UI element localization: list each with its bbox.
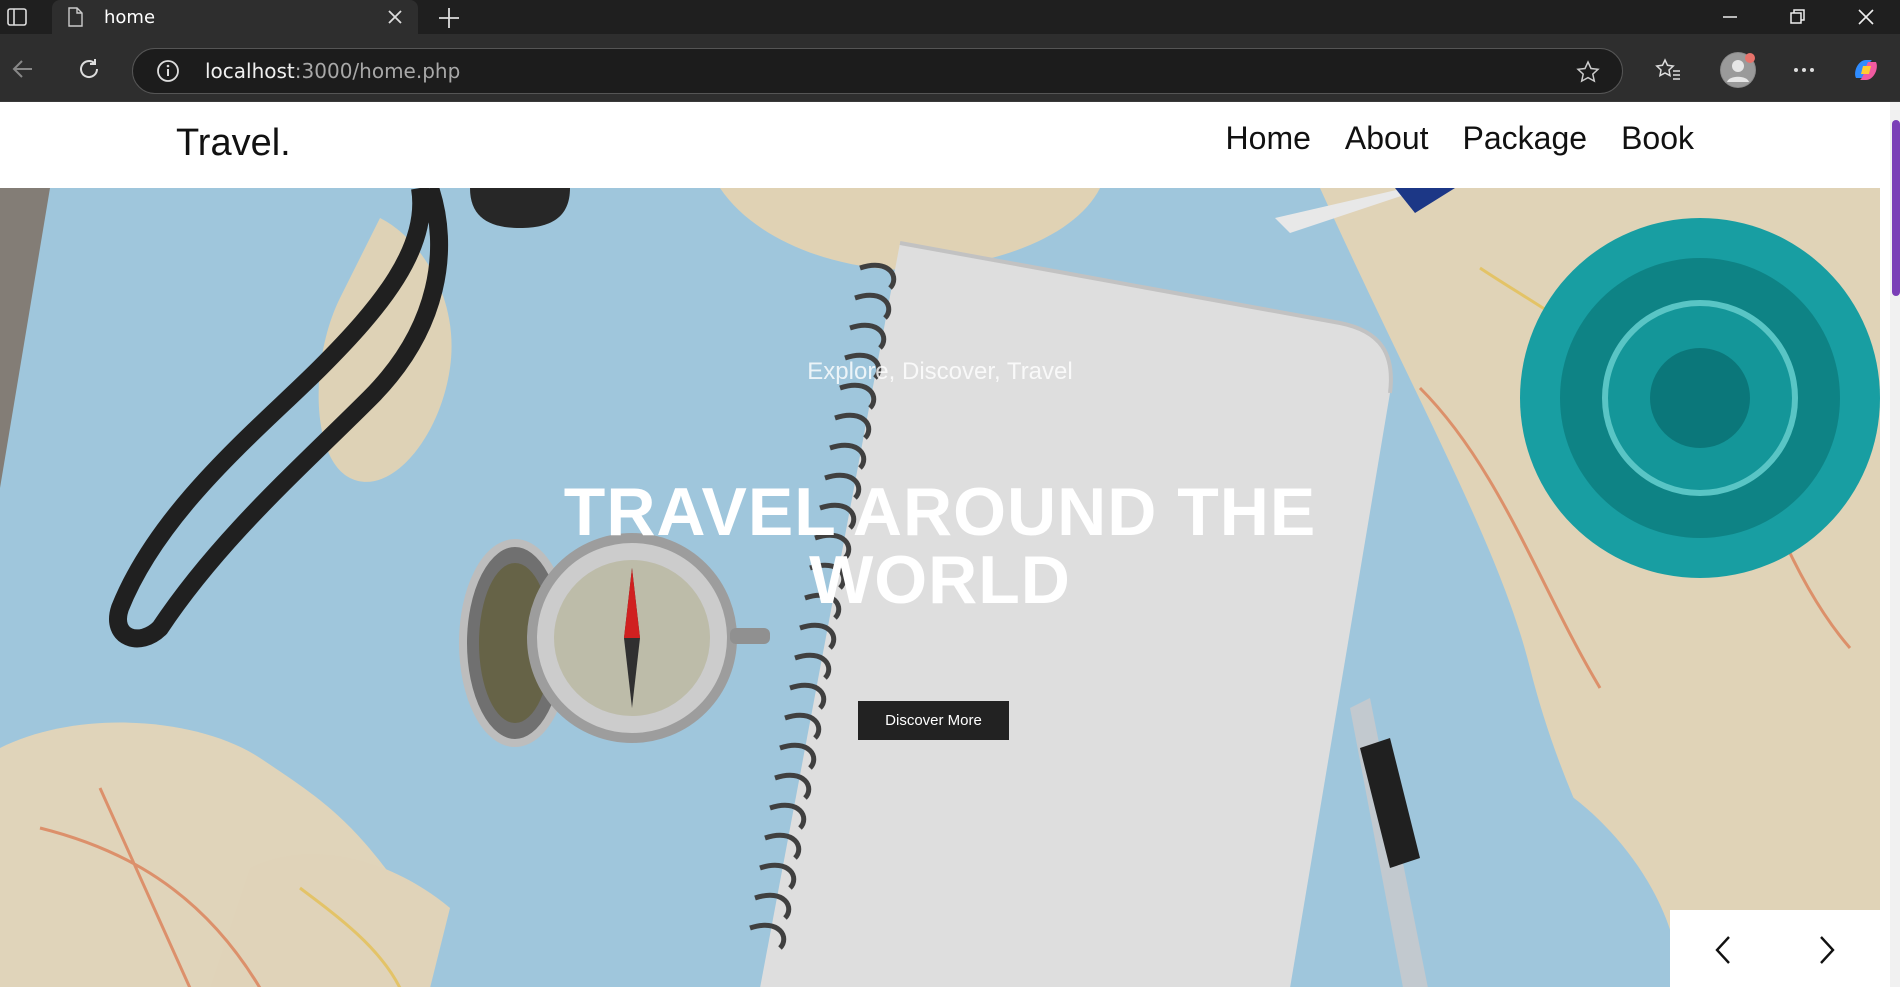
nav-book[interactable]: Book — [1621, 120, 1694, 157]
back-arrow-icon[interactable] — [8, 54, 38, 84]
refresh-icon[interactable] — [74, 54, 104, 84]
address-bar-row: localhost:3000/home.php — [0, 34, 1900, 102]
discover-more-button[interactable]: Discover More — [858, 701, 1009, 740]
hero-headline: TRAVEL AROUND THE WORLD — [563, 474, 1317, 618]
site-logo[interactable]: Travel. — [176, 122, 291, 165]
nav-package[interactable]: Package — [1463, 120, 1588, 157]
chevron-right-icon[interactable] — [1808, 932, 1844, 968]
plus-icon[interactable] — [436, 5, 462, 31]
web-page: Travel. Home About Package Book Explore,… — [0, 102, 1890, 987]
scrollbar-thumb[interactable] — [1892, 120, 1900, 296]
sidebar-toggle-icon[interactable] — [0, 0, 34, 34]
nav-about[interactable]: About — [1345, 120, 1429, 157]
star-icon[interactable] — [1576, 60, 1600, 84]
nav-home[interactable]: Home — [1226, 120, 1311, 157]
tab-title: home — [104, 6, 156, 28]
hero-slider: Explore, Discover, Travel TRAVEL AROUND … — [0, 188, 1880, 987]
minimize-icon[interactable] — [1700, 0, 1760, 34]
url-field[interactable]: localhost:3000/home.php — [132, 48, 1623, 94]
browser-tab[interactable]: home — [52, 0, 418, 34]
restore-icon[interactable] — [1767, 0, 1827, 34]
chevron-left-icon[interactable] — [1706, 932, 1742, 968]
favorites-icon[interactable] — [1652, 54, 1684, 86]
page-scrollbar[interactable] — [1890, 102, 1900, 987]
profile-icon[interactable] — [1720, 52, 1756, 88]
copilot-icon[interactable] — [1850, 54, 1882, 86]
window-close-icon[interactable] — [1836, 0, 1896, 34]
more-icon[interactable] — [1788, 54, 1820, 86]
site-header: Travel. Home About Package Book — [0, 102, 1890, 188]
info-icon[interactable] — [155, 58, 181, 84]
close-icon[interactable] — [386, 8, 404, 26]
hero-tagline: Explore, Discover, Travel — [807, 358, 1073, 385]
slider-controls — [1670, 910, 1880, 987]
main-nav: Home About Package Book — [1226, 120, 1694, 157]
url-host: localhost — [205, 59, 295, 83]
document-icon — [68, 7, 83, 27]
url-path: :3000/home.php — [294, 59, 461, 83]
